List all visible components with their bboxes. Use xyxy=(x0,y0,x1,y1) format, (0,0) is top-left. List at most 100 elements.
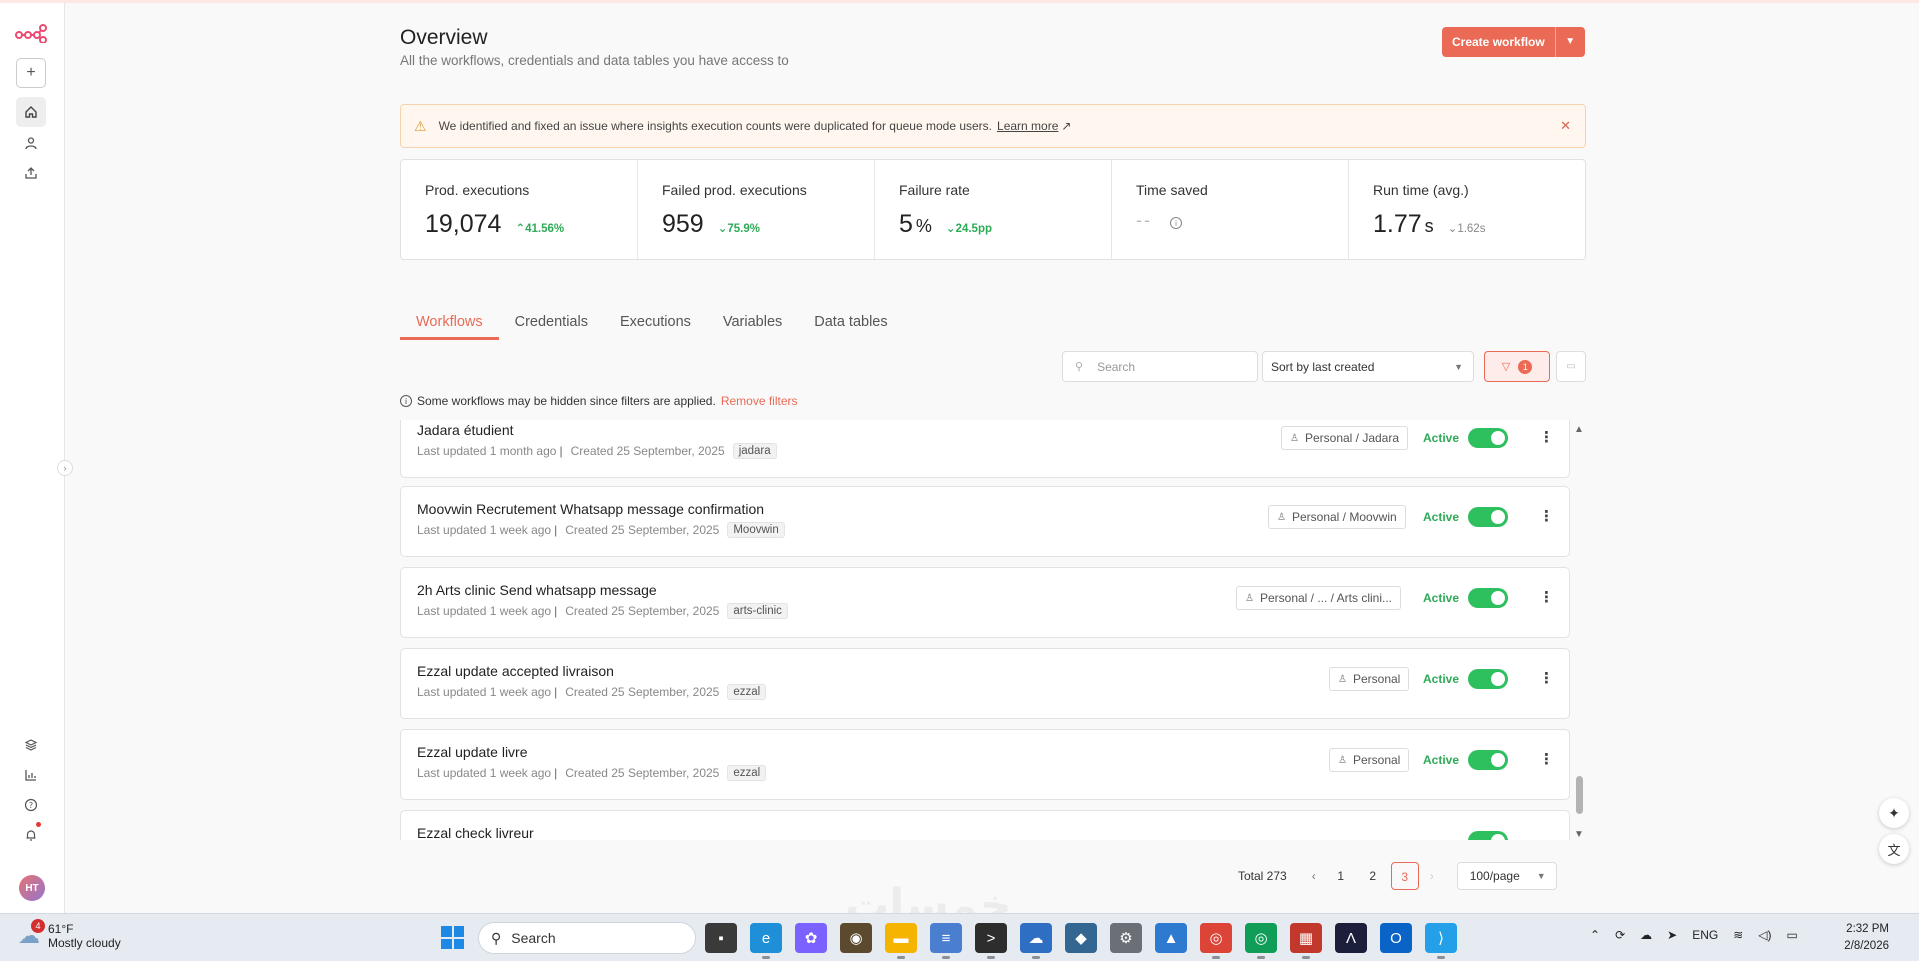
insights-icon[interactable] xyxy=(16,760,46,790)
workflow-name[interactable]: Jadara étudient xyxy=(417,422,514,438)
onedrive-icon[interactable]: ☁ xyxy=(1020,923,1052,959)
task-manager-icon[interactable]: ▦ xyxy=(1290,923,1322,959)
tab-credentials[interactable]: Credentials xyxy=(499,312,604,340)
scrollbar-thumb[interactable] xyxy=(1576,776,1583,814)
translate-icon[interactable]: 文 xyxy=(1879,834,1909,864)
workflow-name[interactable]: Ezzal check livreur xyxy=(417,825,534,840)
prev-page-icon[interactable]: ‹ xyxy=(1303,869,1325,883)
new-folder-button[interactable]: ▭ xyxy=(1556,351,1586,382)
sort-select[interactable]: Sort by last created ▼ xyxy=(1262,351,1474,382)
app-icon[interactable]: ◉ xyxy=(840,923,872,953)
active-toggle[interactable] xyxy=(1468,428,1508,448)
page-2[interactable]: 2 xyxy=(1359,862,1387,890)
templates-icon[interactable] xyxy=(16,730,46,760)
notepad-icon[interactable]: ≡ xyxy=(930,923,962,959)
clock[interactable]: 2:32 PM 2/8/2026 xyxy=(1844,921,1889,955)
photos-icon[interactable]: ▲ xyxy=(1155,923,1187,953)
ai-assistant-icon[interactable]: ✦ xyxy=(1879,798,1909,828)
list-scrollbar[interactable]: ▲ ▼ xyxy=(1573,424,1585,840)
arc-icon[interactable]: Λ xyxy=(1335,923,1367,953)
scroll-down-icon[interactable]: ▼ xyxy=(1574,829,1584,840)
chrome-icon[interactable]: ◎ xyxy=(1200,923,1232,959)
workflow-name[interactable]: 2h Arts clinic Send whatsapp message xyxy=(417,582,657,598)
outlook-icon[interactable]: O xyxy=(1380,923,1412,953)
search-input[interactable]: ⚲ Search xyxy=(1062,351,1258,382)
share-icon[interactable] xyxy=(16,158,46,188)
workflow-name[interactable]: Ezzal update livre xyxy=(417,744,528,760)
plus-icon[interactable]: + xyxy=(16,58,46,88)
more-options-icon[interactable]: ⋮ xyxy=(1539,428,1554,446)
workflow-card[interactable]: Moovwin Recrutement Whatsapp message con… xyxy=(400,486,1570,557)
sync-icon[interactable]: ⟳ xyxy=(1615,928,1625,942)
help-icon[interactable]: ? xyxy=(16,790,46,820)
location-icon[interactable]: ➤ xyxy=(1667,928,1677,942)
stat-time-saved[interactable]: Time saved -- i xyxy=(1112,160,1349,259)
workflow-name[interactable]: Moovwin Recrutement Whatsapp message con… xyxy=(417,501,764,517)
copilot-icon[interactable]: ✿ xyxy=(795,923,827,953)
close-icon[interactable]: ✕ xyxy=(1560,118,1571,134)
workflow-card[interactable]: Jadara étudient Last updated 1 month ago… xyxy=(400,420,1570,478)
wifi-icon[interactable]: ≋ xyxy=(1733,928,1743,942)
chevron-down-icon[interactable]: ▼ xyxy=(1554,27,1585,57)
workflow-tag[interactable]: ezzal xyxy=(727,765,767,781)
active-toggle[interactable] xyxy=(1468,507,1508,527)
tab-variables[interactable]: Variables xyxy=(707,312,798,340)
language-indicator[interactable]: ENG xyxy=(1692,928,1718,942)
workflow-card[interactable]: 2h Arts clinic Send whatsapp message Las… xyxy=(400,567,1570,638)
workflow-tag[interactable]: arts-clinic xyxy=(727,603,788,619)
edge-icon[interactable]: e xyxy=(750,923,782,959)
collapse-sidebar-button[interactable]: › xyxy=(57,460,73,476)
scroll-up-icon[interactable]: ▲ xyxy=(1574,424,1584,435)
page-1[interactable]: 1 xyxy=(1327,862,1355,890)
create-workflow-button[interactable]: Create workflow xyxy=(1442,27,1555,57)
workflow-tag[interactable]: ezzal xyxy=(727,684,767,700)
weather-widget[interactable]: ☁ 4 61°F Mostly cloudy xyxy=(18,919,121,950)
active-toggle[interactable] xyxy=(1468,588,1508,608)
cloud-sync-icon[interactable]: ☁ xyxy=(1640,928,1652,942)
settings-icon[interactable]: ⚙ xyxy=(1110,923,1142,953)
workflow-card[interactable]: Ezzal update livre Last updated 1 week a… xyxy=(400,729,1570,800)
vscode-icon[interactable]: ⟩ xyxy=(1425,923,1457,959)
avatar[interactable]: HT xyxy=(19,875,45,901)
tab-workflows[interactable]: Workflows xyxy=(400,312,499,340)
bell-icon[interactable] xyxy=(16,820,46,850)
workflow-card[interactable]: Ezzal check livreur xyxy=(400,810,1570,840)
workflow-card[interactable]: Ezzal update accepted livraison Last upd… xyxy=(400,648,1570,719)
more-options-icon[interactable]: ⋮ xyxy=(1539,507,1554,525)
page-3[interactable]: 3 xyxy=(1390,862,1419,890)
chrome-profile-icon[interactable]: ◎ xyxy=(1245,923,1277,959)
page-size-select[interactable]: 100/page ▼ xyxy=(1456,862,1557,890)
stat-failure-rate[interactable]: Failure rate 5% ⌄24.5pp xyxy=(875,160,1112,259)
volume-icon[interactable]: ◁) xyxy=(1758,928,1771,942)
info-icon[interactable]: i xyxy=(1170,217,1182,229)
next-page-icon[interactable]: › xyxy=(1421,869,1443,883)
workflow-tag[interactable]: jadara xyxy=(732,443,777,459)
chevron-up-icon[interactable]: ⌃ xyxy=(1590,928,1600,942)
filter-button[interactable]: ▽ 1 xyxy=(1484,351,1550,382)
more-options-icon[interactable]: ⋮ xyxy=(1539,669,1554,687)
taskbar-search[interactable]: ⚲ Search xyxy=(478,922,696,954)
stat-failed-executions[interactable]: Failed prod. executions 959 ⌄75.9% xyxy=(638,160,875,259)
tab-data-tables[interactable]: Data tables xyxy=(798,312,903,340)
battery-icon[interactable]: ▭ xyxy=(1787,928,1798,942)
more-options-icon[interactable]: ⋮ xyxy=(1539,588,1554,606)
n8n-logo-icon[interactable] xyxy=(15,23,47,43)
active-toggle[interactable] xyxy=(1468,669,1508,689)
active-toggle[interactable] xyxy=(1468,750,1508,770)
learn-more-link[interactable]: Learn more xyxy=(997,119,1058,133)
workflow-name[interactable]: Ezzal update accepted livraison xyxy=(417,663,614,679)
file-explorer-icon[interactable]: ▪ xyxy=(705,923,737,953)
postgres-icon[interactable]: ◆ xyxy=(1065,923,1097,953)
workflow-tag[interactable]: Moovwin xyxy=(727,522,785,538)
active-toggle[interactable] xyxy=(1468,831,1508,840)
folder-icon[interactable]: ▬ xyxy=(885,923,917,959)
home-icon[interactable] xyxy=(16,97,46,127)
stat-prod-executions[interactable]: Prod. executions 19,074 ⌃41.56% xyxy=(401,160,638,259)
tab-executions[interactable]: Executions xyxy=(604,312,707,340)
stat-run-time[interactable]: Run time (avg.) 1.77 s ⌄1.62s xyxy=(1349,160,1585,259)
terminal-icon[interactable]: > xyxy=(975,923,1007,959)
remove-filters-link[interactable]: Remove filters xyxy=(721,394,798,408)
windows-start-icon[interactable] xyxy=(441,926,464,949)
more-options-icon[interactable]: ⋮ xyxy=(1539,750,1554,768)
user-icon[interactable] xyxy=(16,128,46,158)
